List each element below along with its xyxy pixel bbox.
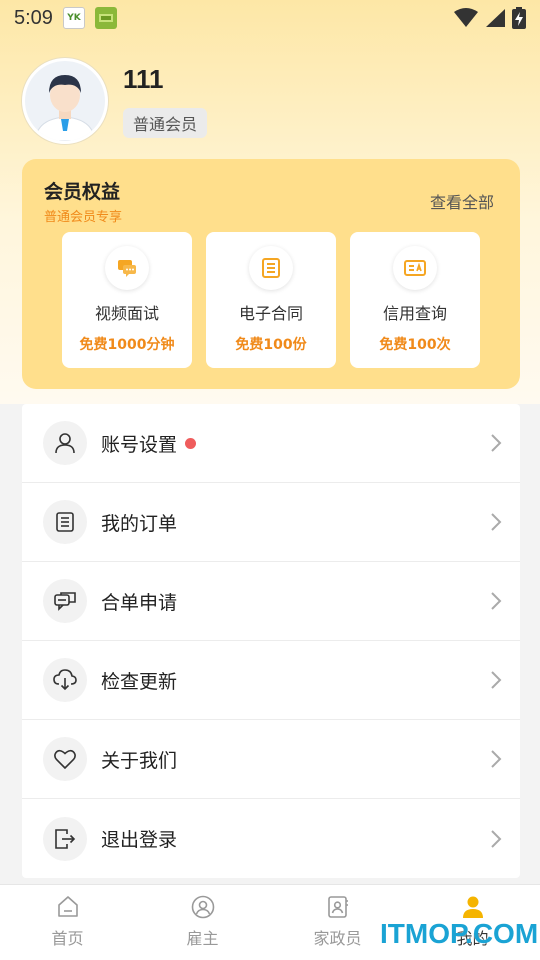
settings-menu: 账号设置 我的订单 合单申请 检查更新 关于我们 退出登录 (22, 404, 520, 878)
menu-item-merge-order-request[interactable]: 合单申请 (22, 562, 520, 641)
employer-icon (191, 895, 214, 919)
profile-icon (462, 896, 483, 918)
status-icons (454, 7, 526, 29)
watermark: ITMOP.COM (380, 918, 539, 949)
member-benefits-card: 会员权益 普通会员专享 查看全部 视频面试 免费1000分钟 电子合同 免费10… (22, 159, 520, 389)
benefits-title: 会员权益 (44, 181, 121, 203)
menu-label: 检查更新 (101, 670, 178, 693)
status-time: 5:09 (14, 6, 53, 29)
menu-label: 关于我们 (101, 749, 178, 772)
app-notification-icon: YK (62, 7, 85, 29)
menu-label: 账号设置 (101, 433, 178, 456)
member-level-badge: 普通会员 (123, 108, 208, 138)
game-notification-icon (94, 7, 117, 29)
benefit-credit-check[interactable]: 信用查询 免费100次 (350, 232, 480, 368)
chat-request-icon (43, 579, 87, 623)
benefit-name: 电子合同 (238, 304, 303, 323)
order-list-icon (43, 500, 87, 544)
menu-item-check-update[interactable]: 检查更新 (22, 641, 520, 720)
wifi-icon (454, 8, 478, 27)
view-all-link[interactable]: 查看全部 (430, 189, 494, 213)
chevron-right-icon (491, 750, 502, 768)
signal-icon (486, 9, 505, 27)
nav-label: 雇主 (186, 929, 219, 948)
avatar[interactable] (22, 58, 108, 144)
menu-item-logout[interactable]: 退出登录 (22, 799, 520, 878)
menu-label: 合单申请 (101, 591, 178, 614)
nav-label: 首页 (51, 929, 84, 948)
menu-label: 退出登录 (101, 829, 178, 851)
benefit-desc: 免费1000分钟 (79, 337, 175, 353)
benefit-desc: 免费100份 (235, 337, 307, 353)
menu-item-my-orders[interactable]: 我的订单 (22, 483, 520, 562)
benefit-desc: 免费100次 (379, 337, 451, 353)
user-icon (43, 421, 87, 465)
video-chat-icon (105, 246, 149, 290)
housekeeper-icon (327, 896, 348, 918)
credit-card-icon (393, 246, 437, 290)
cloud-download-icon (43, 658, 87, 702)
contract-icon (249, 246, 293, 290)
logout-icon (43, 816, 87, 861)
benefit-video-interview[interactable]: 视频面试 免费1000分钟 (62, 232, 192, 368)
notification-dot (185, 437, 197, 449)
menu-label: 我的订单 (101, 512, 178, 535)
nav-tab-employer[interactable]: 雇主 (135, 885, 270, 960)
chevron-right-icon (491, 829, 502, 848)
nav-tab-home[interactable]: 首页 (0, 885, 135, 960)
battery-charging-icon (512, 7, 526, 29)
benefit-name: 信用查询 (382, 304, 447, 323)
nav-label: 家政员 (313, 929, 362, 948)
benefits-subtitle: 普通会员专享 (44, 210, 123, 225)
chevron-right-icon (491, 434, 502, 452)
benefit-name: 视频面试 (94, 304, 159, 323)
benefit-e-contract[interactable]: 电子合同 免费100份 (206, 232, 336, 368)
username: 111 (123, 64, 164, 94)
chevron-right-icon (491, 671, 502, 689)
heart-icon (43, 737, 87, 781)
home-icon (57, 896, 78, 917)
menu-item-account-settings[interactable]: 账号设置 (22, 404, 520, 483)
menu-item-about-us[interactable]: 关于我们 (22, 720, 520, 799)
chevron-right-icon (491, 592, 502, 610)
chevron-right-icon (491, 513, 502, 531)
status-bar: 5:09 YK (0, 0, 540, 36)
